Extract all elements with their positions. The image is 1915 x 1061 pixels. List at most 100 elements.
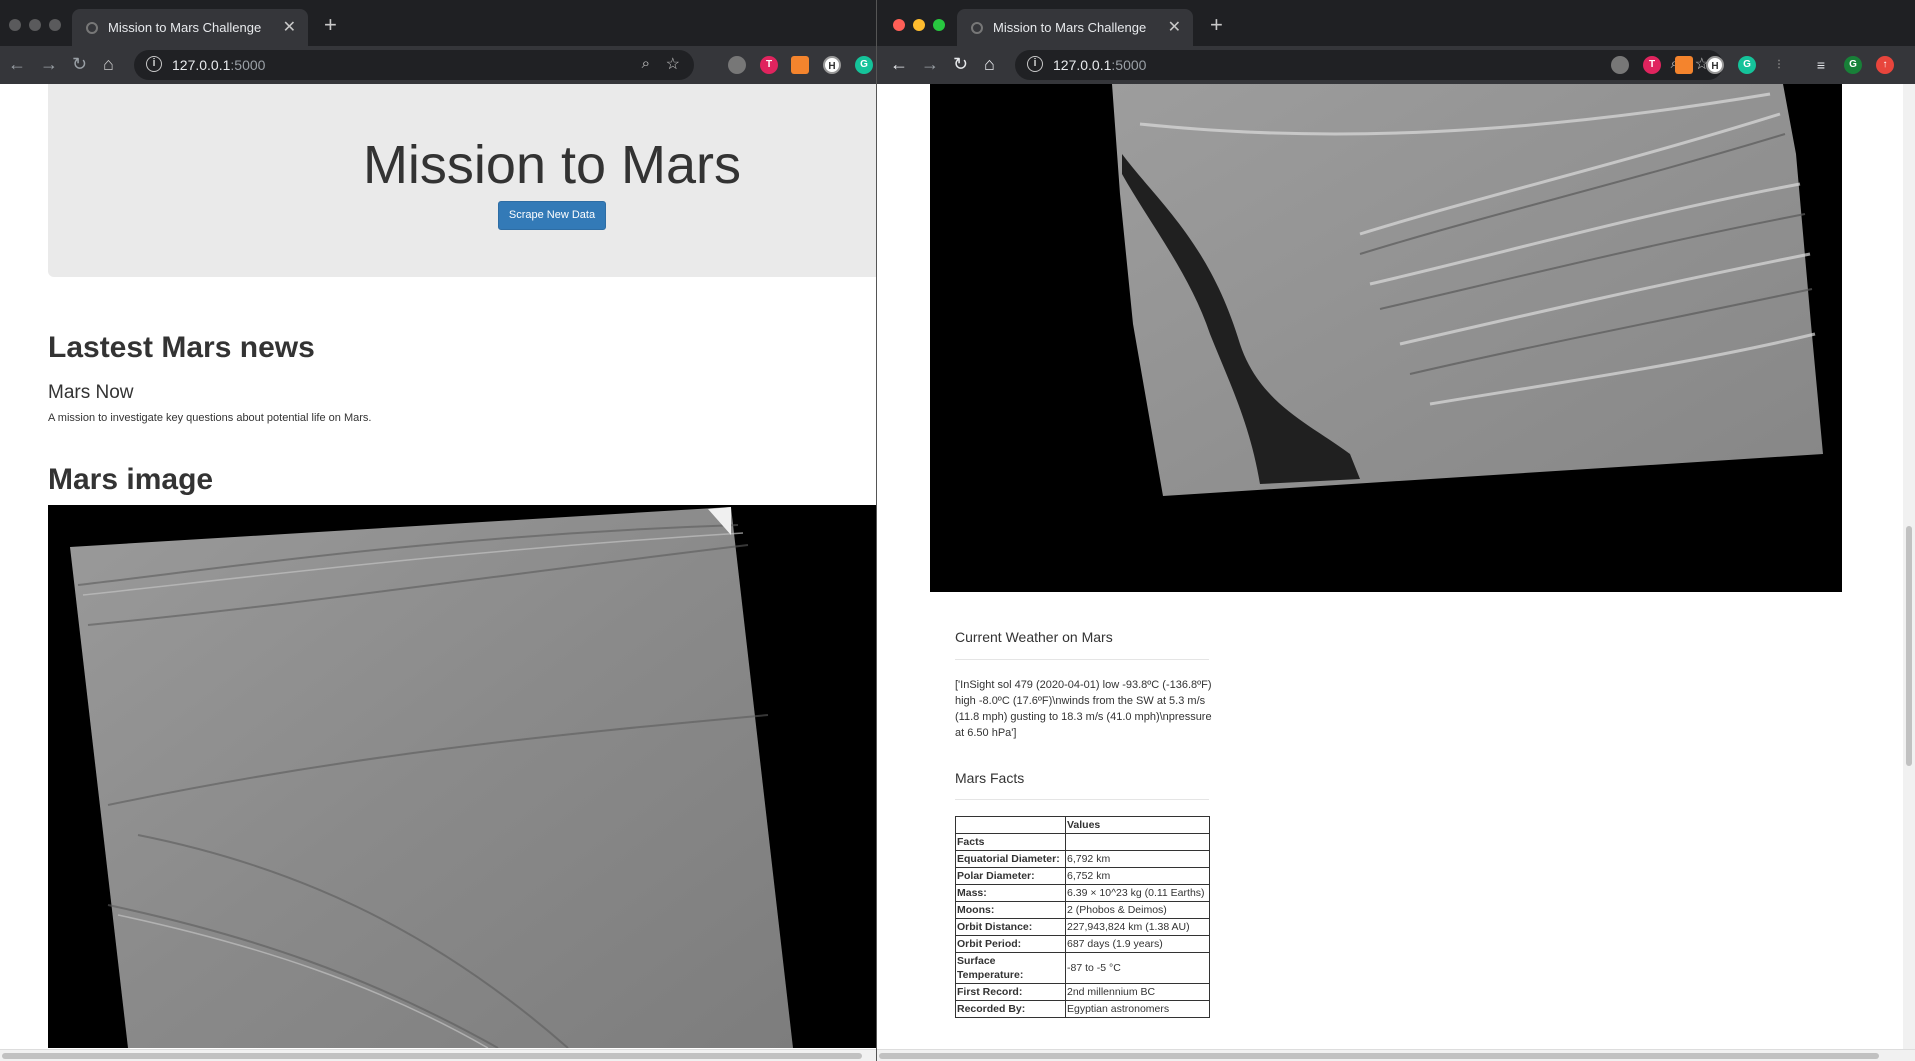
fact-value: 2nd millennium BC [1065,983,1210,1001]
mars-hemisphere-image [930,84,1842,592]
info-icon[interactable]: i [146,56,162,72]
home-icon[interactable]: ⌂ [103,53,114,75]
reload-icon[interactable]: ↻ [953,53,968,75]
jumbotron: Mission to Mars Scrape New Data [48,84,876,277]
mars-hemisphere-image [48,505,876,1048]
fact-label: Polar Diameter: [955,867,1066,885]
table-header-blank [955,816,1066,834]
browser-tab[interactable]: Mission to Mars Challenge ✕ [72,9,308,46]
image-heading: Mars image [48,463,214,496]
table-index-label: Facts [955,833,1066,851]
maximize-window-icon[interactable] [933,19,945,31]
h-extension-icon[interactable]: H [1706,56,1724,74]
fact-value: 6.39 × 10^23 kg (0.11 Earths) [1065,884,1210,902]
url-text: 127.0.0.1:5000 [1053,57,1147,73]
minimize-window-icon[interactable] [29,19,41,31]
h-extension-icon[interactable]: H [823,56,841,74]
fact-label: Recorded By: [955,1000,1066,1018]
table-header-row: Values [955,816,1210,834]
maximize-window-icon[interactable] [49,19,61,31]
grid-extension-icon[interactable] [791,56,809,74]
address-bar[interactable]: i 127.0.0.1:5000 ⌕ ☆ [134,50,694,80]
table-header-values: Values [1065,816,1210,834]
browser-toolbar: ← → ↻ ⌂ i 127.0.0.1:5000 ⌕ ☆ T H G ⋮ ≡ G… [877,46,1915,84]
forward-icon[interactable]: → [921,53,939,75]
tab-title: Mission to Mars Challenge [993,20,1147,35]
reload-icon[interactable]: ↻ [72,53,87,75]
todoist-extension-icon[interactable]: T [1643,56,1661,74]
weather-text: ['InSight sol 479 (2020-04-01) low -93.8… [955,679,1212,739]
drive-extension-icon[interactable] [1611,56,1629,74]
fact-value: -87 to -5 °C [1065,952,1210,984]
weather-heading: Current Weather on Mars [955,629,1113,645]
page-viewport: Mission to Mars Scrape New Data Lastest … [0,84,876,1061]
browser-window-right: Mission to Mars Challenge ✕ + ← → ↻ ⌂ i … [876,0,1915,1061]
news-heading: Lastest Mars news [48,331,315,364]
mars-facts-table: Values Facts Equatorial Diameter: 6,792 k… [955,816,1210,1018]
forward-icon[interactable]: → [40,53,58,75]
fact-label: First Record: [955,983,1066,1001]
url-text: 127.0.0.1:5000 [172,57,266,73]
zoom-icon[interactable]: ⌕ [642,55,650,72]
table-row: Recorded By: Egyptian astronomers [955,1000,1210,1018]
table-row: Polar Diameter: 6,752 km [955,867,1210,885]
table-row: Mass: 6.39 × 10^23 kg (0.11 Earths) [955,884,1210,902]
facts-heading: Mars Facts [955,770,1025,786]
page-title: Mission to Mars [362,135,742,195]
browser-window-left: Mission to Mars Challenge ✕ + ← → ↻ ⌂ i … [0,0,876,1061]
extension-icon[interactable]: ⋮ [1770,56,1788,74]
reading-list-icon[interactable]: ≡ [1812,56,1830,74]
home-icon[interactable]: ⌂ [984,53,995,75]
table-row: Orbit Period: 687 days (1.9 years) [955,935,1210,953]
fact-label: Surface Temperature: [955,952,1066,984]
divider [955,659,1209,660]
minimize-window-icon[interactable] [913,19,925,31]
fact-label: Moons: [955,901,1066,919]
fact-label: Equatorial Diameter: [955,850,1066,868]
table-index-row: Facts [955,833,1210,851]
browser-tab[interactable]: Mission to Mars Challenge ✕ [957,9,1193,46]
close-tab-icon[interactable]: ✕ [1168,17,1181,37]
table-row: Equatorial Diameter: 6,792 km [955,850,1210,868]
fact-label: Mass: [955,884,1066,902]
fact-label: Orbit Period: [955,935,1066,953]
grammarly-icon[interactable]: G [1738,56,1756,74]
horizontal-scrollbar[interactable] [0,1049,876,1061]
bookmark-star-icon[interactable]: ☆ [666,54,680,74]
title-bar: Mission to Mars Challenge ✕ + [0,0,876,46]
close-window-icon[interactable] [893,19,905,31]
grid-extension-icon[interactable] [1675,56,1693,74]
table-row: Moons: 2 (Phobos & Deimos) [955,901,1210,919]
news-title: Mars Now [48,382,134,403]
grammarly-icon[interactable]: G [855,56,873,74]
new-tab-icon[interactable]: + [1210,14,1223,36]
table-row: First Record: 2nd millennium BC [955,983,1210,1001]
globe-icon [86,22,98,34]
back-icon[interactable]: ← [8,53,26,75]
divider [955,799,1209,800]
info-icon[interactable]: i [1027,56,1043,72]
update-icon[interactable]: ↑ [1876,56,1894,74]
todoist-extension-icon[interactable]: T [760,56,778,74]
close-tab-icon[interactable]: ✕ [283,17,296,37]
fact-value: Egyptian astronomers [1065,1000,1210,1018]
fact-label: Orbit Distance: [955,918,1066,936]
scrape-new-data-button[interactable]: Scrape New Data [498,201,606,230]
fact-value: 2 (Phobos & Deimos) [1065,901,1210,919]
horizontal-scrollbar[interactable] [877,1049,1915,1061]
browser-toolbar: ← → ↻ ⌂ i 127.0.0.1:5000 ⌕ ☆ T H G [0,46,876,84]
new-tab-icon[interactable]: + [324,14,337,36]
fact-value: 687 days (1.9 years) [1065,935,1210,953]
back-icon[interactable]: ← [890,53,908,75]
news-paragraph: A mission to investigate key questions a… [48,412,372,424]
drive-extension-icon[interactable] [728,56,746,74]
fact-value: 6,752 km [1065,867,1210,885]
fact-value: 6,792 km [1065,850,1210,868]
vertical-scrollbar[interactable] [1903,84,1915,1049]
globe-icon [971,22,983,34]
profile-avatar[interactable]: G [1844,56,1862,74]
table-row: Surface Temperature: -87 to -5 °C [955,952,1210,984]
tab-title: Mission to Mars Challenge [108,20,262,35]
close-window-icon[interactable] [9,19,21,31]
fact-value: 227,943,824 km (1.38 AU) [1065,918,1210,936]
